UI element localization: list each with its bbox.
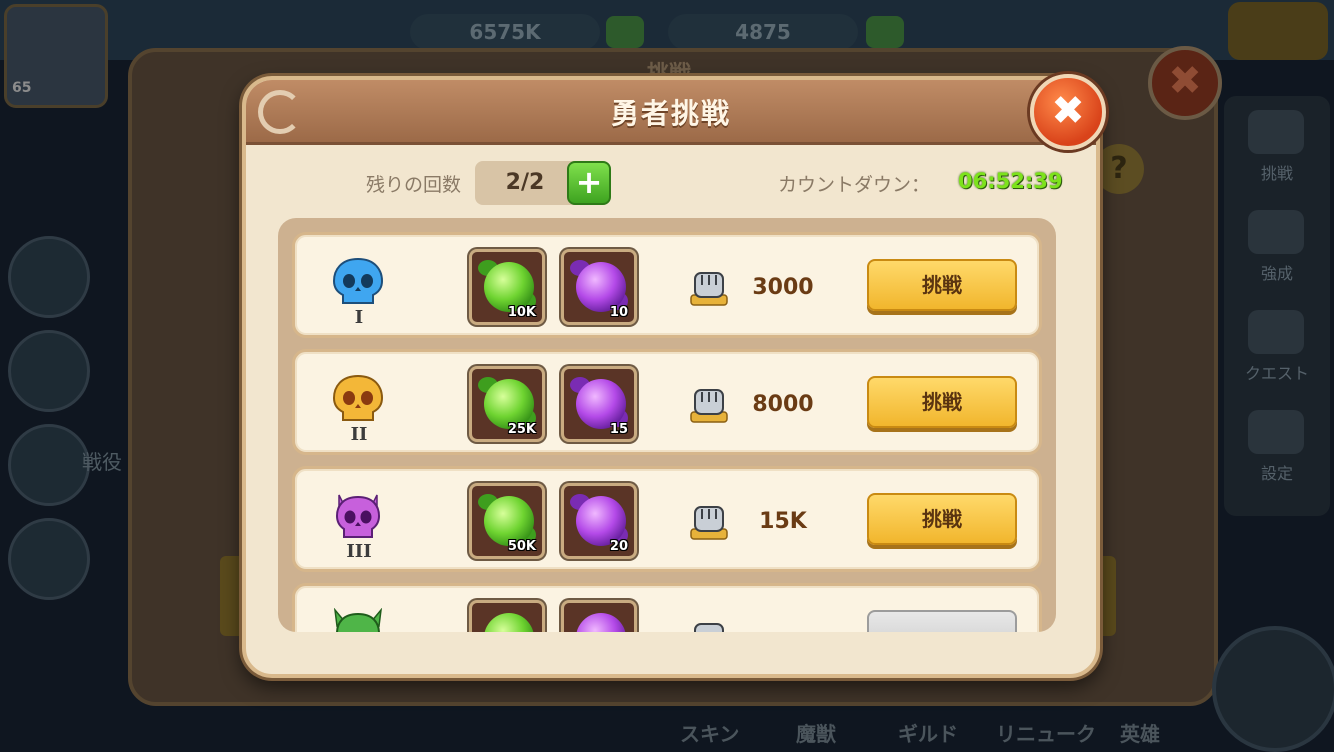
power-fist-icon <box>690 272 728 306</box>
skull-icon <box>332 374 384 421</box>
right-menu-settings[interactable]: 設定 <box>1224 460 1330 484</box>
chat-button[interactable] <box>8 236 90 318</box>
challenge-row <box>292 583 1042 632</box>
green-essence-icon <box>484 613 534 632</box>
purple-essence-reward <box>561 600 637 632</box>
player-level: 65 <box>12 80 32 96</box>
rank-label: II <box>350 424 368 445</box>
power-fist-icon <box>690 389 728 423</box>
bottom-menu-beast[interactable]: 魔獣 <box>796 718 836 747</box>
green-essence-reward <box>469 600 545 632</box>
gem-counter: 4875 <box>668 14 858 50</box>
mail-button[interactable] <box>8 330 90 412</box>
add-attempts-button[interactable]: + <box>567 161 611 205</box>
rank-label: III <box>346 541 372 562</box>
bottom-menu-guild[interactable]: ギルド <box>898 718 958 747</box>
purple-essence-qty: 10 <box>609 305 628 320</box>
add-gold-button[interactable] <box>606 16 644 48</box>
enhance-menu-icon[interactable] <box>1248 210 1304 254</box>
dialog-header: 勇者挑戦 <box>246 80 1096 145</box>
power-fist-icon <box>694 623 724 632</box>
close-button[interactable]: ✖ <box>1030 74 1106 150</box>
required-power: 3000 <box>752 275 814 300</box>
share-button[interactable] <box>8 518 90 600</box>
bottom-menu-skin[interactable]: スキン <box>680 718 739 747</box>
remaining-attempts-value: 2/2 <box>505 170 545 195</box>
side-label: 戦役 <box>82 450 122 474</box>
required-power: 15K <box>759 509 807 534</box>
gold-counter: 6575K <box>410 14 600 50</box>
friends-button[interactable] <box>8 424 90 506</box>
challenge-button[interactable]: 挑戦 <box>867 493 1017 545</box>
background-close-button[interactable]: ✖ <box>1148 46 1222 120</box>
countdown-label: カウントダウン： <box>778 174 931 196</box>
green-essence-reward: 25K <box>469 366 545 442</box>
required-power: 8000 <box>752 392 814 417</box>
green-essence-qty: 10K <box>507 305 536 320</box>
green-essence-reward: 50K <box>469 483 545 559</box>
countdown-timer: 06:52:39 <box>958 169 1063 193</box>
quest-menu-icon[interactable] <box>1248 310 1304 354</box>
challenge-row: III 50K 20 15K 挑戦 <box>292 466 1042 572</box>
dialog-title: 勇者挑戦 <box>610 97 731 130</box>
rank-label: I <box>354 307 364 328</box>
green-essence-reward: 10K <box>469 249 545 325</box>
challenge-menu-icon[interactable] <box>1248 110 1304 154</box>
gem-amount: 4875 <box>735 20 791 44</box>
right-menu-challenge[interactable]: 挑戦 <box>1224 160 1330 184</box>
bottom-menu-hero[interactable]: 英雄 <box>1120 718 1160 747</box>
skull-icon <box>332 257 384 304</box>
purple-essence-icon <box>576 613 626 632</box>
bottom-menu-renewal[interactable]: リニューク <box>996 718 1096 747</box>
settings-menu-icon[interactable] <box>1248 410 1304 454</box>
green-essence-qty: 50K <box>507 539 536 554</box>
battle-button[interactable] <box>1212 626 1334 752</box>
challenge-row: I 10K 10 3000 挑戦 <box>292 232 1042 338</box>
power-fist-icon <box>690 506 728 540</box>
challenge-button[interactable]: 挑戦 <box>867 259 1017 311</box>
add-gem-button[interactable] <box>866 16 904 48</box>
collapse-menu-button[interactable] <box>1228 2 1328 60</box>
challenge-row: II 25K 15 8000 挑戦 <box>292 349 1042 455</box>
help-button[interactable]: ? <box>1094 144 1144 194</box>
horned-skull-icon <box>335 494 381 538</box>
remaining-attempts-label: 残りの回数 <box>366 174 462 196</box>
challenge-button-disabled[interactable] <box>867 610 1017 632</box>
purple-essence-reward: 15 <box>561 366 637 442</box>
purple-essence-reward: 20 <box>561 483 637 559</box>
purple-essence-qty: 20 <box>609 539 628 554</box>
purple-essence-qty: 15 <box>609 422 628 437</box>
right-menu-enhance[interactable]: 強成 <box>1224 260 1330 284</box>
demon-skull-icon <box>333 608 383 632</box>
gold-amount: 6575K <box>469 20 541 44</box>
challenge-button[interactable]: 挑戦 <box>867 376 1017 428</box>
challenge-list[interactable]: I 10K 10 3000 挑戦 II 25K 15 8000 挑戦 III 5… <box>278 218 1056 632</box>
purple-essence-reward: 10 <box>561 249 637 325</box>
right-menu-quest[interactable]: クエスト <box>1224 360 1330 384</box>
green-essence-qty: 25K <box>507 422 536 437</box>
